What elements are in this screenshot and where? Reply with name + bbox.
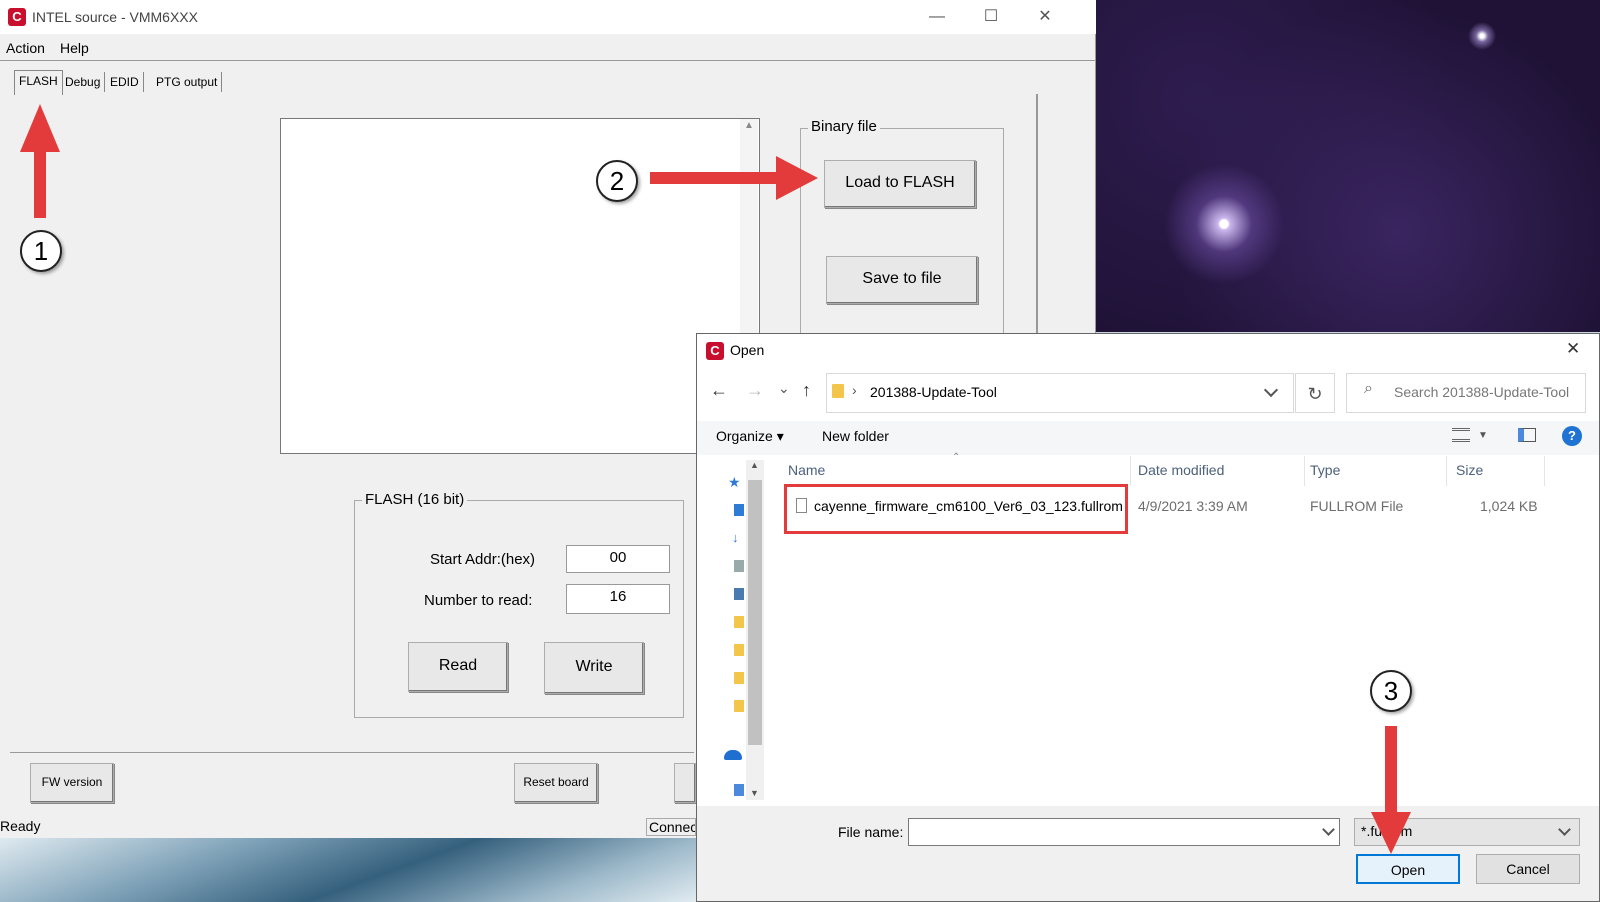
search-placeholder: Search 201388-Update-Tool xyxy=(1394,384,1570,400)
file-type: FULLROM File xyxy=(1310,498,1404,514)
dialog-close-icon[interactable]: ✕ xyxy=(1566,339,1580,359)
status-connection: Connec xyxy=(646,818,696,836)
onedrive-icon[interactable] xyxy=(724,750,742,760)
documents-icon[interactable] xyxy=(734,560,744,572)
tab-ptg-output[interactable]: PTG output xyxy=(152,72,223,92)
column-header-size[interactable]: Size xyxy=(1456,462,1483,478)
column-separator xyxy=(1446,456,1447,486)
sort-ascending-icon: ⌃ xyxy=(952,452,961,463)
pictures-icon[interactable] xyxy=(734,588,744,600)
column-header-name[interactable]: Name xyxy=(788,462,825,478)
quick-access-icon[interactable]: ★ xyxy=(728,474,741,491)
start-addr-field[interactable]: 00 xyxy=(566,545,670,573)
scroll-down-icon[interactable]: ▼ xyxy=(750,788,759,798)
menu-action[interactable]: Action xyxy=(6,40,45,56)
hidden-button[interactable] xyxy=(674,763,696,803)
nav-scroll-thumb[interactable] xyxy=(748,480,762,745)
folder-icon[interactable] xyxy=(734,644,744,656)
new-folder-button[interactable]: New folder xyxy=(822,428,889,444)
number-to-read-label: Number to read: xyxy=(424,592,533,609)
search-icon: ⌕ xyxy=(1364,380,1373,397)
start-addr-label: Start Addr:(hex) xyxy=(430,551,536,568)
folder-icon xyxy=(832,384,844,398)
menu-divider xyxy=(0,60,1096,61)
annotation-arrowhead-2 xyxy=(776,156,818,200)
load-to-flash-button[interactable]: Load to FLASH xyxy=(824,160,976,208)
column-header-date-modified[interactable]: Date modified xyxy=(1138,462,1224,478)
column-separator xyxy=(1544,456,1545,486)
path-breadcrumb[interactable]: 201388-Update-Tool xyxy=(870,384,997,400)
up-folder-icon[interactable]: ↑ xyxy=(802,380,811,401)
open-button[interactable]: Open xyxy=(1356,854,1460,884)
tab-debug[interactable]: Debug xyxy=(61,72,106,92)
back-icon[interactable]: ← xyxy=(710,380,728,401)
annotation-step-1: 1 xyxy=(20,230,62,272)
scroll-up-icon[interactable]: ▲ xyxy=(744,120,754,131)
view-dropdown-icon[interactable]: ▼ xyxy=(1478,430,1488,441)
annotation-arrow-3 xyxy=(1385,726,1397,816)
fw-version-button[interactable]: FW version xyxy=(30,763,114,803)
maximize-button[interactable]: ☐ xyxy=(968,4,1014,30)
output-textarea[interactable] xyxy=(280,118,760,454)
column-header-type[interactable]: Type xyxy=(1310,462,1340,478)
app-logo-icon: C xyxy=(8,8,26,26)
annotation-arrowhead-1 xyxy=(20,104,60,152)
minimize-button[interactable]: — xyxy=(914,4,960,30)
number-to-read-field[interactable]: 16 xyxy=(566,584,670,614)
this-pc-icon[interactable] xyxy=(734,784,744,796)
folder-icon[interactable] xyxy=(734,616,744,628)
file-size: 1,024 KB xyxy=(1480,498,1538,514)
desktop-wallpaper-water xyxy=(0,838,700,902)
desktop-wallpaper-space xyxy=(1096,0,1600,332)
preview-pane-icon[interactable] xyxy=(1518,428,1536,442)
app-title: INTEL source - VMM6XXX xyxy=(32,9,198,25)
help-icon[interactable]: ? xyxy=(1562,426,1582,446)
annotation-step-3: 3 xyxy=(1370,670,1412,712)
save-to-file-button[interactable]: Save to file xyxy=(826,256,978,304)
organize-menu[interactable]: Organize ▾ xyxy=(716,428,784,445)
annotation-arrow-1 xyxy=(34,150,46,218)
binary-file-label: Binary file xyxy=(808,118,880,135)
dialog-title: Open xyxy=(730,342,765,358)
breadcrumb-separator-icon: › xyxy=(852,382,857,398)
status-ready: Ready xyxy=(0,818,41,834)
file-name-label: File name: xyxy=(838,824,904,840)
scroll-up-icon[interactable]: ▲ xyxy=(750,460,759,470)
file-name[interactable]: cayenne_firmware_cm6100_Ver6_03_123.full… xyxy=(814,498,1123,514)
file-date: 4/9/2021 3:39 AM xyxy=(1138,498,1248,514)
column-separator xyxy=(1130,456,1131,486)
column-separator xyxy=(1304,456,1305,486)
tab-flash[interactable]: FLASH xyxy=(14,70,63,95)
bottom-divider xyxy=(10,752,694,753)
menu-help[interactable]: Help xyxy=(60,40,89,56)
flash-group-label: FLASH (16 bit) xyxy=(362,491,468,508)
annotation-arrowhead-3 xyxy=(1371,812,1411,854)
annotation-step-2: 2 xyxy=(596,160,638,202)
file-name-input[interactable] xyxy=(908,818,1340,846)
close-button[interactable]: ✕ xyxy=(1022,4,1068,30)
downloads-icon[interactable]: ↓ xyxy=(732,530,739,545)
folder-icon[interactable] xyxy=(734,700,744,712)
write-button[interactable]: Write xyxy=(544,642,644,694)
refresh-icon[interactable]: ↻ xyxy=(1295,373,1335,413)
desktop-icon[interactable] xyxy=(734,504,744,516)
view-options-icon[interactable] xyxy=(1452,428,1470,442)
file-icon xyxy=(796,498,807,513)
read-button[interactable]: Read xyxy=(408,642,508,692)
recent-locations-icon[interactable]: ⌄ xyxy=(778,380,790,397)
cancel-button[interactable]: Cancel xyxy=(1476,854,1580,884)
dialog-app-icon: C xyxy=(706,342,724,360)
reset-board-button[interactable]: Reset board xyxy=(514,763,598,803)
annotation-arrow-2 xyxy=(650,172,780,184)
folder-icon[interactable] xyxy=(734,672,744,684)
tab-edid[interactable]: EDID xyxy=(106,72,144,92)
forward-icon[interactable]: → xyxy=(746,380,764,401)
